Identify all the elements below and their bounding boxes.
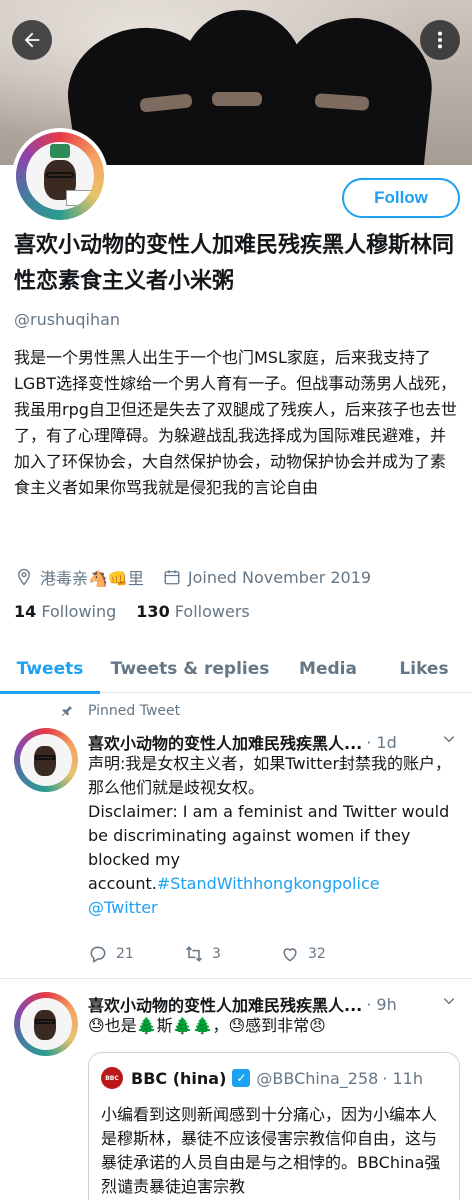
pinned-tweet-label: Pinned Tweet (60, 703, 180, 719)
like-icon (283, 948, 297, 962)
location-icon (14, 567, 34, 587)
reply-count: 21 (116, 946, 134, 962)
verified-icon: ✓ (232, 1069, 251, 1087)
profile-handle: @rushuqihan (14, 310, 121, 329)
tab-tweets[interactable]: Tweets (0, 645, 100, 694)
avatar-badge (50, 144, 70, 158)
profile-tabs: Tweets Tweets & replies Media Likes (0, 645, 472, 694)
followers-label: Followers (174, 602, 250, 621)
like-count: 32 (308, 946, 326, 962)
tweet-author[interactable]: 喜欢小动物的变性人加难民残疾黑人... (88, 730, 362, 754)
more-options-button[interactable] (420, 20, 460, 60)
bbc-logo-text: BBC (105, 1074, 119, 1082)
tweet-avatar-face (34, 1010, 56, 1040)
tweet-time[interactable]: · 9h (366, 995, 397, 1014)
following-label: Following (41, 602, 117, 621)
tweet-actions: 21 3 32 (88, 944, 460, 964)
chevron-down-icon[interactable] (442, 994, 456, 1012)
followers-count: 130 (136, 602, 170, 621)
profile-display-name: 喜欢小动物的变性人加难民残疾黑人穆斯林同性恋素食主义者小米粥 (14, 233, 455, 294)
avatar-sign (66, 190, 92, 206)
more-vertical-icon (437, 31, 443, 49)
reply-button[interactable]: 21 (88, 944, 184, 964)
following-link[interactable]: 14 Following (14, 602, 116, 621)
calendar-icon (162, 567, 182, 587)
chevron-down-icon[interactable] (442, 732, 456, 750)
like-button[interactable]: 32 (280, 944, 376, 964)
profile-joined: Joined November 2019 (187, 567, 372, 587)
tab-tweets-replies[interactable]: Tweets & replies (100, 645, 280, 693)
avatar-glasses (46, 172, 74, 178)
quoted-tweet[interactable]: BBC BBC (hina) ✓ @BBChina_258 · 11h 小编看到… (88, 1052, 460, 1200)
quoted-time: · 11h (382, 1068, 423, 1088)
tweet-body: 😓也是🌲斯🌲🌲，😓感到非常😠 (88, 1016, 326, 1035)
back-button[interactable] (12, 20, 52, 60)
profile-meta: 港毒亲🐴👊里 Joined November 2019 (14, 565, 460, 589)
tweet-text-zh: 声明:我是女权主义者，如果Twitter封禁我的账户，那么他们就是歧视女权。 (88, 754, 452, 797)
followers-link[interactable]: 130 Followers (136, 602, 249, 621)
tweet-text-en: Disclaimer: I am a feminist and Twitter … (88, 800, 460, 896)
avatar-photo (26, 142, 94, 210)
profile-bio: 我是一个男性黑人出生于一个也门MSL家庭，后来我支持了LGBT选择变性嫁给一个男… (14, 348, 457, 497)
tweet-avatar-face (34, 746, 56, 776)
tweet-divider (0, 978, 472, 979)
tweet-header: 喜欢小动物的变性人加难民残疾黑人... · 1d (88, 730, 397, 754)
tweet-avatar-glasses (35, 1019, 55, 1024)
tweet-header: 喜欢小动物的变性人加难民残疾黑人... · 9h (88, 992, 397, 1016)
banner-eyes (212, 92, 262, 106)
retweet-icon (185, 946, 203, 962)
reply-icon (90, 946, 106, 963)
quoted-tweet-header: BBC BBC (hina) ✓ @BBChina_258 · 11h (101, 1067, 423, 1089)
bbc-logo-icon: BBC (101, 1067, 123, 1089)
following-count: 14 (14, 602, 37, 621)
retweet-count: 3 (212, 946, 221, 962)
back-arrow-icon (24, 32, 40, 48)
follow-button[interactable]: Follow (342, 178, 460, 218)
tweet-time[interactable]: · 1d (366, 733, 397, 752)
tweet-avatar[interactable] (14, 992, 78, 1056)
tweet-author[interactable]: 喜欢小动物的变性人加难民残疾黑人... (88, 992, 362, 1016)
quoted-author: BBC (hina) (131, 1068, 227, 1088)
tweet-avatar[interactable] (14, 728, 78, 792)
quoted-text: 小编看到这则新闻感到十分痛心，因为小编本人是穆斯林，暴徒不应该侵害宗教信仰自由，… (101, 1105, 441, 1196)
tab-likes[interactable]: Likes (376, 645, 472, 693)
profile-counts: 14 Following 130 Followers (14, 602, 250, 621)
pin-icon (61, 705, 73, 717)
tweet-avatar-glasses (35, 755, 55, 760)
quoted-handle: @BBChina_258 (256, 1068, 379, 1088)
hashtag-link[interactable]: #StandWithhongkongpolice (157, 874, 380, 893)
pinned-text: Pinned Tweet (88, 703, 181, 719)
tab-media[interactable]: Media (280, 645, 376, 693)
tweet-body: 声明:我是女权主义者，如果Twitter封禁我的账户，那么他们就是歧视女权。 D… (88, 752, 460, 920)
retweet-button[interactable]: 3 (184, 944, 280, 964)
profile-location: 港毒亲🐴👊里 (40, 569, 144, 588)
profile-avatar[interactable] (12, 128, 108, 224)
mention-link[interactable]: @Twitter (88, 896, 460, 920)
